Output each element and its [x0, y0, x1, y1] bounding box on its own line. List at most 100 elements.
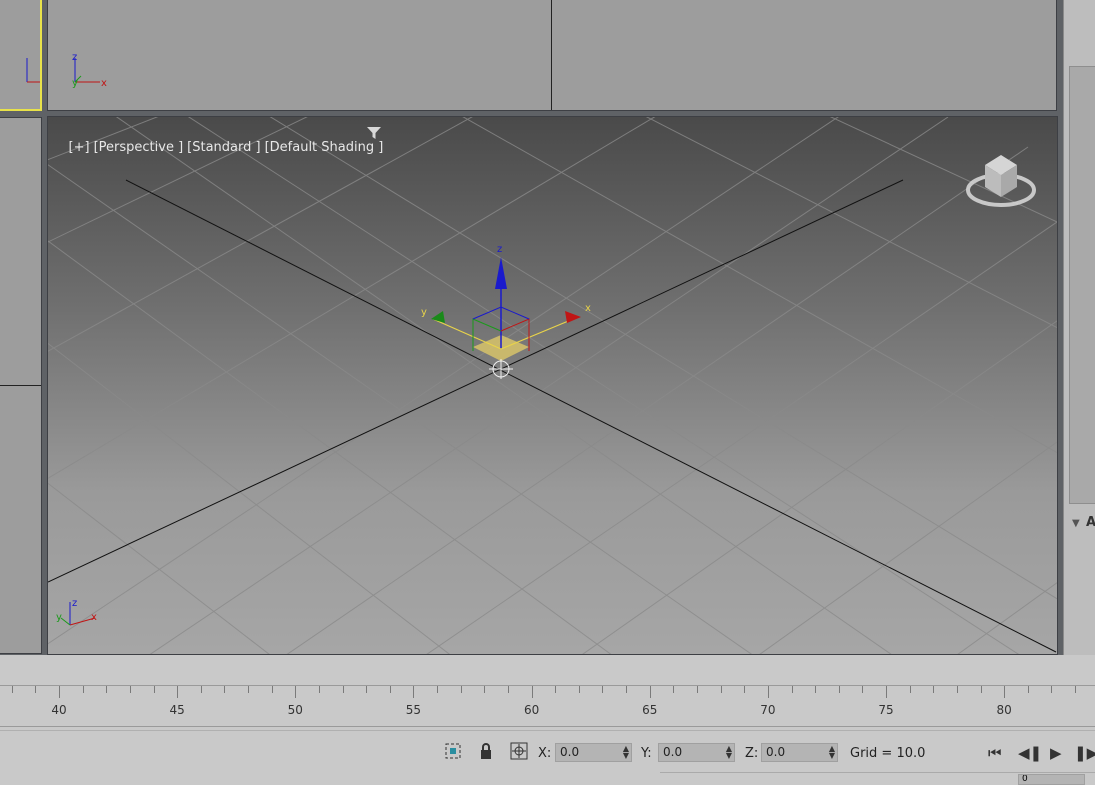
time-ruler-label: 75 [878, 703, 894, 717]
transform-gizmo[interactable]: z y x [413, 237, 633, 397]
svg-text:y: y [72, 78, 78, 89]
x-coord-label: X: [538, 746, 552, 761]
viewport-menu-shading[interactable]: [Default Shading ] [265, 140, 384, 155]
tripod-y-label: y [56, 612, 62, 623]
z-coord-field[interactable]: 0.0 ▲ ▼ [761, 743, 838, 762]
timeline[interactable]: 40 45 50 55 60 65 70 75 80 [0, 655, 1095, 730]
time-ruler-tick [956, 686, 958, 693]
time-ruler-tick [815, 686, 817, 693]
filter-icon[interactable] [366, 125, 382, 141]
x-coord-field[interactable]: 0.0 ▲ ▼ [555, 743, 632, 762]
next-frame-icon[interactable]: ❚▶ [1074, 744, 1095, 762]
play-icon[interactable]: ▶ [1050, 744, 1062, 762]
rollout-title: A [1086, 515, 1095, 530]
z-coord-value: 0.0 [766, 745, 786, 759]
time-ruler-tick [106, 686, 108, 693]
time-ruler-tick [389, 686, 391, 693]
viewport-menu-plus[interactable]: [+] [69, 140, 90, 155]
viewport-divider [0, 385, 41, 386]
time-ruler-tick [82, 686, 84, 693]
status-bar: X: 0.0 ▲ ▼ Y: 0.0 ▲ ▼ Z: 0.0 ▲ ▼ Grid = 10.0 ⏮… [0, 730, 1095, 785]
time-ruler-tick [460, 686, 462, 693]
time-ruler-tick [1027, 686, 1029, 693]
viewport-divider [551, 0, 552, 110]
time-ruler-tick [649, 686, 651, 698]
time-ruler-tick [602, 686, 604, 693]
viewport-label[interactable]: [+] [Perspective ] [Standard ] [Default Sha… [52, 125, 387, 170]
time-ruler-tick [1004, 686, 1006, 698]
lock-icon[interactable] [476, 741, 496, 761]
time-ruler-tick [59, 686, 60, 698]
time-ruler-tick [507, 686, 509, 693]
command-panel[interactable]: ▼ A [1063, 0, 1095, 655]
y-coord-value: 0.0 [663, 745, 683, 759]
z-coord-label: Z: [745, 746, 759, 761]
gizmo-y-label: y [421, 307, 427, 318]
time-ruler-label: 55 [405, 703, 422, 717]
go-to-start-icon[interactable]: ⏮ [988, 744, 1002, 762]
spinner-arrows-icon[interactable]: ▲ ▼ [829, 745, 835, 760]
time-ruler-label: 60 [523, 703, 540, 717]
axis-tripod-top-left [26, 58, 40, 83]
time-ruler-tick [909, 686, 911, 693]
time-ruler-tick [767, 686, 769, 698]
time-ruler-tick [531, 686, 533, 698]
x-coord-value: 0.0 [560, 745, 580, 759]
time-ruler-tick [697, 686, 698, 693]
viewport-menu-view[interactable]: [Perspective ] [94, 140, 184, 155]
time-ruler-tick [791, 686, 793, 693]
time-ruler-tick [980, 686, 982, 693]
time-ruler-label: 50 [287, 703, 303, 717]
svg-text:z: z [72, 52, 77, 63]
viewport-perspective[interactable]: [+] [Perspective ] [Standard ] [Default Sha… [47, 116, 1058, 655]
spinner-arrows-icon[interactable]: ▲ ▼ [623, 745, 629, 760]
rollout-arrow-icon[interactable]: ▼ [1072, 518, 1080, 529]
time-ruler-tick [555, 686, 557, 693]
command-panel-rollout[interactable] [1069, 66, 1095, 504]
time-ruler-label: 45 [169, 703, 185, 717]
viewport-top-left[interactable] [0, 0, 42, 111]
absolute-mode-icon[interactable] [509, 741, 529, 761]
time-ruler-tick [271, 686, 273, 693]
time-ruler-tick [437, 686, 439, 693]
previous-frame-icon[interactable]: ◀❚ [1018, 744, 1042, 762]
viewport-front[interactable]: z x y [47, 0, 1057, 111]
gizmo-x-label: x [585, 303, 591, 314]
time-ruler-tick [933, 686, 935, 693]
bottom-toolbar-strip: 0 [660, 772, 1095, 785]
axis-tripod-perspective: z x y [56, 598, 97, 626]
time-ruler[interactable]: 40 45 50 55 60 65 70 75 80 [0, 685, 1095, 727]
time-ruler-label: 65 [642, 703, 658, 717]
viewport-menu-standard[interactable]: [Standard ] [187, 140, 260, 155]
time-ruler-tick [744, 686, 746, 693]
time-ruler-label: 70 [760, 703, 776, 717]
time-ruler-tick [1075, 686, 1077, 693]
time-ruler-tick [578, 686, 580, 693]
time-ruler-tick [484, 686, 486, 693]
time-ruler-label: 80 [996, 703, 1012, 717]
time-ruler-tick [200, 686, 202, 693]
viewport-left[interactable] [0, 117, 42, 654]
tripod-x-label: x [91, 612, 97, 623]
time-ruler-label: 40 [51, 703, 67, 717]
time-ruler-tick [318, 686, 320, 693]
y-coord-field[interactable]: 0.0 ▲ ▼ [658, 743, 735, 762]
svg-text:x: x [101, 78, 107, 89]
frame-field[interactable]: 0 [1018, 774, 1085, 785]
time-ruler-tick [862, 686, 864, 693]
time-ruler-tick [295, 686, 297, 698]
frame-value: 0 [1022, 774, 1028, 784]
time-ruler-tick [35, 686, 37, 693]
time-ruler-tick [224, 686, 226, 693]
grid-size-label: Grid = 10.0 [850, 746, 926, 761]
time-ruler-tick [413, 686, 415, 698]
time-ruler-tick [342, 686, 344, 693]
time-ruler-tick [886, 686, 888, 698]
viewcube-icon[interactable] [963, 147, 1043, 217]
time-ruler-tick [366, 686, 368, 693]
time-ruler-tick [177, 686, 179, 698]
selection-icon[interactable] [443, 741, 463, 761]
spinner-arrows-icon[interactable]: ▲ ▼ [726, 745, 732, 760]
time-ruler-tick [248, 686, 250, 693]
time-ruler-tick [129, 686, 131, 693]
